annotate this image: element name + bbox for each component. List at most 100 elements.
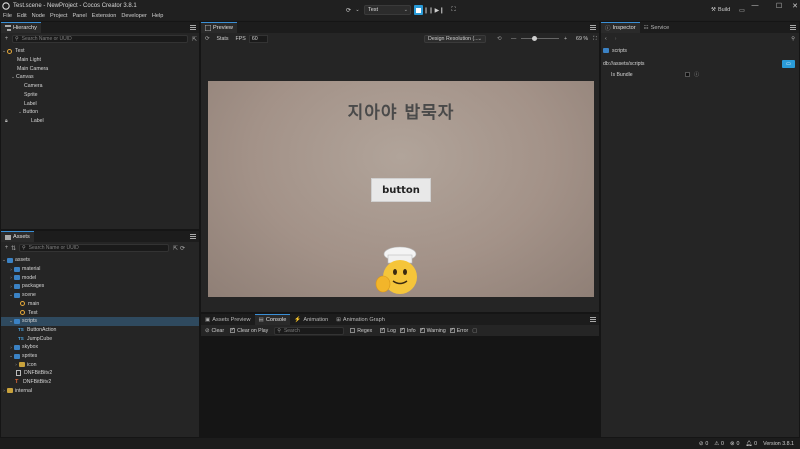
zoom-in-icon[interactable]: + [564,36,567,42]
clear-on-play-checkbox[interactable]: Clear on Play [230,327,268,334]
tab-animation[interactable]: ⚡ Animation [290,314,332,325]
collapse-all-icon[interactable]: ⇱ [172,245,179,252]
asset-font[interactable]: T DNF⁠BitBitv2 [1,378,199,387]
sort-icon[interactable]: ⇅ [10,245,17,252]
zoom-slider-handle[interactable] [532,36,537,41]
design-resolution-select[interactable]: Design Resolution (... ⌄ [424,35,486,43]
collapse-all-icon[interactable]: ⇱ [191,36,198,43]
add-node-icon[interactable]: + [3,36,10,43]
tab-hierarchy[interactable]: Hierarchy [1,22,41,33]
asset-skybox[interactable]: › skybox [1,343,199,352]
warning-filter-checkbox[interactable]: Warning [419,327,446,334]
asset-jump-cube[interactable]: TS JumpCube [1,334,199,343]
lock-icon[interactable]: 🔒︎ [5,118,8,124]
fit-icon[interactable]: ⛶ [593,36,597,43]
minimize-icon[interactable]: — [746,0,764,11]
asset-font-file[interactable]: DNF⁠BitBitv2 [1,369,199,378]
tree-node-camera[interactable]: Camera [1,82,199,91]
hierarchy-search-input[interactable]: ⚲ Search Name or UUID [12,35,188,43]
asset-assets[interactable]: ⌄ assets [1,256,199,265]
menu-help[interactable]: Help [152,13,164,19]
preview-mode-icon[interactable]: ⟳ [344,5,353,15]
asset-main[interactable]: main [1,300,199,309]
open-folder-button[interactable]: ▭ [782,59,795,68]
tab-inspector[interactable]: ⓘ Inspector [601,22,640,33]
status-infos[interactable]: ⊗ 0 [730,441,739,447]
menu-developer[interactable]: Developer [121,13,147,19]
asset-sprites[interactable]: ⌄ sprites [1,352,199,361]
status-messages[interactable]: 🔔︎ 0 [745,441,757,447]
panel-menu-icon[interactable] [790,25,796,30]
tree-node-main-light[interactable]: Main Light [1,56,199,65]
console-search-input[interactable]: ⚲ Search [274,326,345,335]
preview-game-button[interactable]: button [371,178,431,202]
error-filter-checkbox[interactable]: Error [449,327,468,334]
pause-button[interactable]: ❙❙ [423,5,433,15]
panel-menu-icon[interactable] [590,25,596,30]
zoom-slider[interactable] [521,38,559,39]
open-log-file-icon[interactable]: ▢ [472,328,477,334]
tree-node-main-camera[interactable]: Main Camera [1,64,199,73]
console-output[interactable] [201,336,599,437]
folder-open-icon[interactable]: ▭ [738,5,746,15]
rotate-icon[interactable]: ⟲ [497,36,501,42]
tab-animation-graph[interactable]: ⊞ Animation Graph [332,314,389,325]
menu-file[interactable]: File [3,13,12,19]
menu-project[interactable]: Project [50,13,67,19]
scene-select[interactable]: Test ⌄ [364,5,411,15]
close-icon[interactable]: ✕ [786,0,800,11]
tab-assets-preview[interactable]: ▣ Assets Preview [201,314,255,325]
log-filter-checkbox[interactable]: Log [380,327,396,334]
zoom-out-icon[interactable]: — [511,36,516,42]
tree-node-canvas[interactable]: ⌄ Canvas [1,73,199,82]
assets-search-input[interactable]: ⚲ Search Name or UUID [19,244,169,252]
clear-button[interactable]: ⊘ Clear [205,328,224,334]
pin-icon[interactable]: ⚲ [791,36,795,42]
status-errors[interactable]: ⊘ 0 [699,441,708,447]
help-icon[interactable]: ⓘ [694,71,699,78]
menu-extension[interactable]: Extension [92,13,117,19]
tab-console[interactable]: ▤ Console [254,314,291,325]
asset-scripts[interactable]: ⌄ scripts [1,316,199,326]
info-filter-checkbox[interactable]: Info [399,327,416,334]
asset-scene[interactable]: ⌄ scene [1,291,199,300]
asset-button-action[interactable]: TS ButtonAction [1,326,199,335]
asset-packages[interactable]: › packages [1,282,199,291]
play-button[interactable] [414,5,423,15]
tab-service[interactable]: ☷ Service [640,22,674,33]
tree-node-label[interactable]: Label [1,99,199,108]
asset-model[interactable]: › model [1,273,199,282]
tab-assets[interactable]: Assets [1,231,34,242]
menu-edit[interactable]: Edit [17,13,27,19]
stats-label[interactable]: Stats [216,36,228,42]
tree-node-test[interactable]: ⌄ Test [1,47,199,56]
tree-node-button-label[interactable]: 🔒︎ Label [1,117,199,126]
step-button[interactable]: ▶❙ [435,5,445,15]
preview-canvas[interactable]: 지아야 밥묵자 button [208,81,594,297]
is-bundle-checkbox[interactable] [685,72,690,77]
asset-internal[interactable]: › internal [1,387,199,396]
tab-preview[interactable]: Preview [201,22,237,33]
preview-mode-dropdown-icon[interactable]: ⌄ [353,5,362,15]
back-icon[interactable]: ‹ [605,36,607,42]
panel-menu-icon[interactable] [590,317,596,322]
build-button[interactable]: ⚒ Build [711,5,730,15]
menu-node[interactable]: Node [32,13,45,19]
add-asset-icon[interactable]: + [3,245,10,252]
asset-material[interactable]: › material [1,265,199,274]
forward-icon[interactable]: › [615,36,617,42]
panel-menu-icon[interactable] [190,234,196,239]
tree-node-button[interactable]: ⌄ Button [1,108,199,117]
fps-input[interactable]: 60 [248,35,268,43]
refresh-icon[interactable]: ⟳ [205,36,209,42]
status-warnings[interactable]: ⚠ 0 [714,441,724,447]
asset-test[interactable]: Test [1,308,199,317]
fullscreen-icon[interactable]: ⛶ [449,5,458,15]
menu-panel[interactable]: Panel [72,13,86,19]
tree-node-sprite[interactable]: Sprite [1,91,199,100]
regex-checkbox[interactable]: Regex [350,328,372,334]
panel-menu-icon[interactable] [190,25,196,30]
asset-icon[interactable]: › icon [1,360,199,369]
folder-icon [14,353,20,359]
refresh-icon[interactable]: ⟳ [179,245,186,252]
